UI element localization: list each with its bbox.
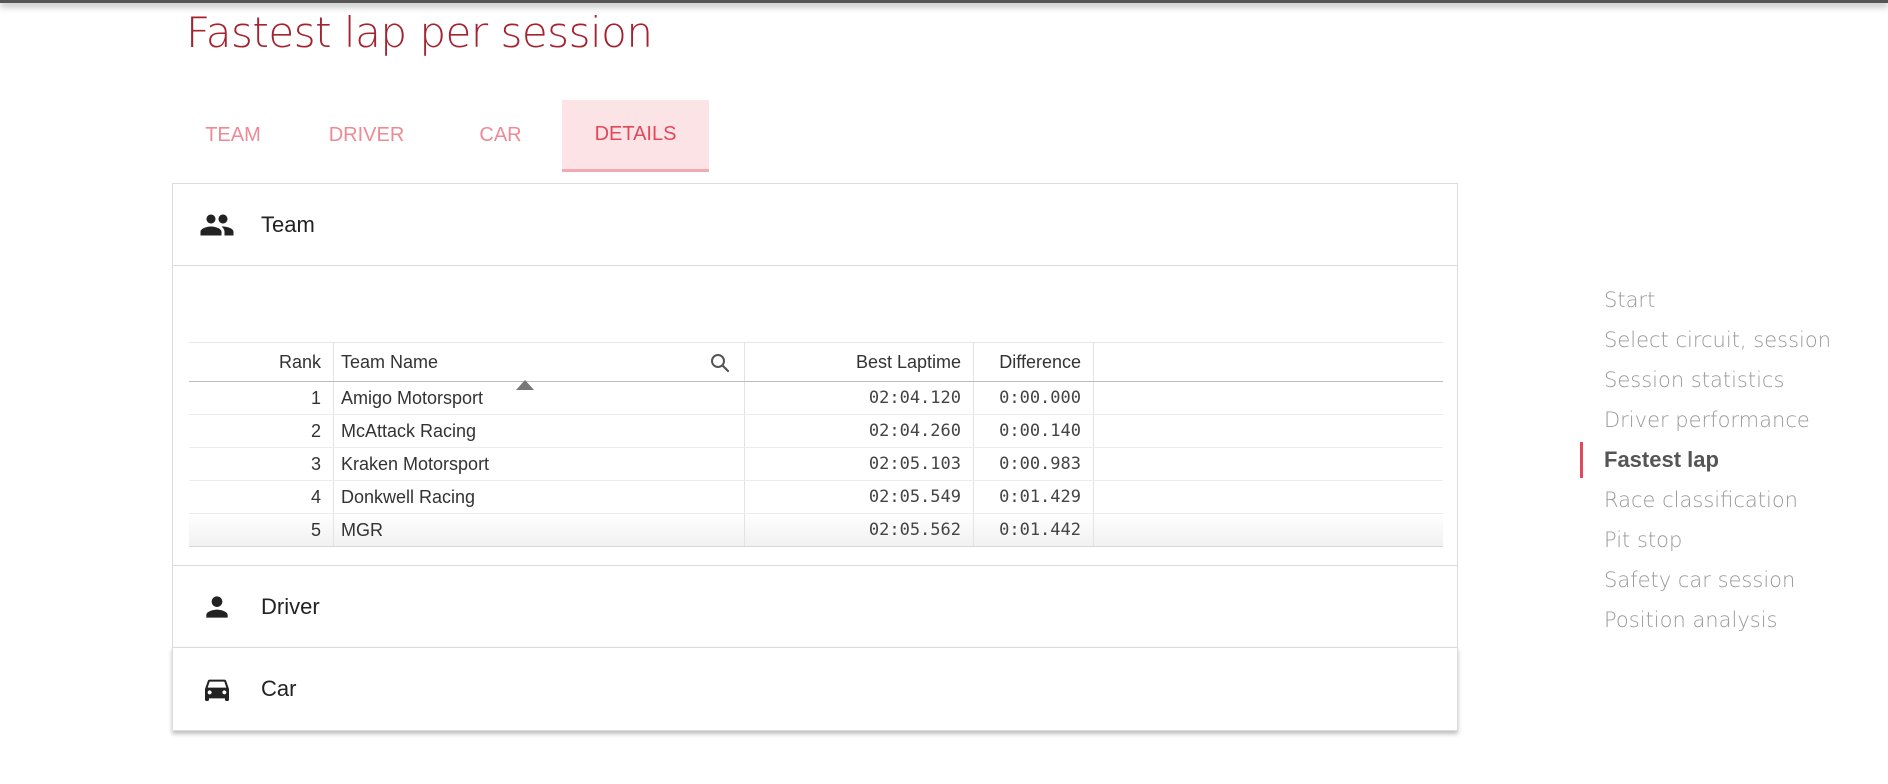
side-nav-driver-performance[interactable]: Driver performance (1580, 400, 1870, 440)
driver-panel: Driver (172, 565, 1458, 648)
cell-filler (1094, 448, 1443, 480)
table-row[interactable]: 3 Kraken Motorsport 02:05.103 0:00.983 (189, 448, 1443, 481)
column-header-team-name-label: Team Name (341, 351, 439, 372)
tab-driver[interactable]: DRIVER (294, 100, 439, 170)
column-header-best-laptime[interactable]: Best Laptime (745, 343, 974, 381)
cell-difference: 0:01.442 (974, 514, 1094, 546)
team-panel: Team Rank Team Name Best Laptime Differe… (172, 183, 1458, 566)
cell-team-name: Donkwell Racing (334, 481, 745, 513)
cell-rank: 2 (189, 415, 334, 447)
driver-panel-header[interactable]: Driver (173, 566, 1457, 647)
cell-filler (1094, 514, 1443, 546)
side-nav-select-circuit-session[interactable]: Select circuit, session (1580, 320, 1870, 360)
cell-best-laptime: 02:04.120 (745, 382, 974, 414)
cell-filler (1094, 382, 1443, 414)
column-header-difference[interactable]: Difference (974, 343, 1094, 381)
cell-rank: 1 (189, 382, 334, 414)
cell-difference: 0:00.983 (974, 448, 1094, 480)
table-row[interactable]: 4 Donkwell Racing 02:05.549 0:01.429 (189, 481, 1443, 514)
car-panel-header[interactable]: Car (173, 648, 1457, 730)
side-navigation: Start Select circuit, session Session st… (1580, 280, 1870, 640)
cell-best-laptime: 02:04.260 (745, 415, 974, 447)
cell-best-laptime: 02:05.562 (745, 514, 974, 546)
tab-car[interactable]: CAR (439, 100, 562, 170)
driver-panel-label: Driver (261, 593, 320, 619)
car-icon (199, 671, 235, 707)
cell-difference: 0:01.429 (974, 481, 1094, 513)
side-nav-start[interactable]: Start (1580, 280, 1870, 320)
cell-team-name: McAttack Racing (334, 415, 745, 447)
side-nav-position-analysis[interactable]: Position analysis (1580, 600, 1870, 640)
cell-rank: 3 (189, 448, 334, 480)
cell-team-name: MGR (334, 514, 745, 546)
team-panel-body: Rank Team Name Best Laptime Difference 1… (173, 266, 1457, 563)
cell-rank: 4 (189, 481, 334, 513)
team-panel-label: Team (261, 211, 315, 237)
search-icon[interactable] (710, 353, 730, 373)
column-header-filler (1094, 343, 1443, 381)
side-nav-safety-car-session[interactable]: Safety car session (1580, 560, 1870, 600)
team-panel-header[interactable]: Team (173, 184, 1457, 266)
table-header-row: Rank Team Name Best Laptime Difference (189, 342, 1443, 390)
cell-filler (1094, 481, 1443, 513)
cell-filler (1094, 415, 1443, 447)
person-icon (199, 589, 235, 625)
side-nav-session-statistics[interactable]: Session statistics (1580, 360, 1870, 400)
tab-bar: TEAM DRIVER CAR DETAILS (172, 100, 709, 172)
cell-rank: 5 (189, 514, 334, 546)
cell-team-name: Amigo Motorsport (334, 382, 745, 414)
top-bar-shadow (0, 0, 1888, 3)
side-nav-pit-stop[interactable]: Pit stop (1580, 520, 1870, 560)
table-row[interactable]: 5 MGR 02:05.562 0:01.442 (189, 514, 1443, 547)
group-icon (199, 207, 235, 243)
cell-best-laptime: 02:05.549 (745, 481, 974, 513)
cell-difference: 0:00.140 (974, 415, 1094, 447)
page-title: Fastest lap per session (186, 8, 653, 57)
column-header-team-name[interactable]: Team Name (334, 343, 745, 390)
fastest-lap-table: Rank Team Name Best Laptime Difference 1… (189, 342, 1443, 547)
table-row[interactable]: 1 Amigo Motorsport 02:04.120 0:00.000 (189, 382, 1443, 415)
side-nav-fastest-lap[interactable]: Fastest lap (1580, 440, 1870, 480)
cell-best-laptime: 02:05.103 (745, 448, 974, 480)
column-header-rank[interactable]: Rank (189, 343, 334, 381)
car-panel: Car (172, 647, 1458, 731)
cell-difference: 0:00.000 (974, 382, 1094, 414)
tab-team[interactable]: TEAM (172, 100, 294, 170)
car-panel-label: Car (261, 676, 297, 701)
table-row[interactable]: 2 McAttack Racing 02:04.260 0:00.140 (189, 415, 1443, 448)
side-nav-race-classification[interactable]: Race classification (1580, 480, 1870, 520)
tab-details[interactable]: DETAILS (562, 100, 709, 172)
cell-team-name: Kraken Motorsport (334, 448, 745, 480)
